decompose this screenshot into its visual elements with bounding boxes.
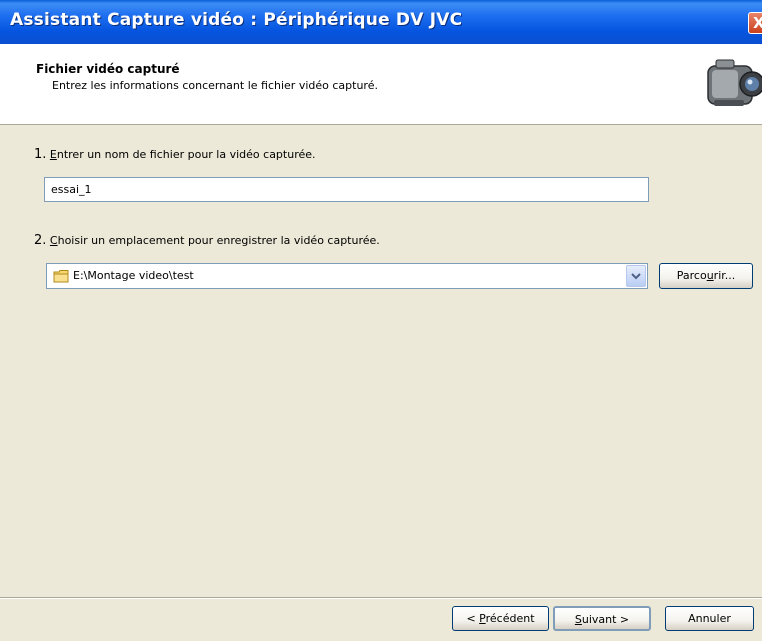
browse-label-mnemonic: u xyxy=(706,269,714,282)
next-label-mnemonic: S xyxy=(574,613,582,626)
step1-number: 1. xyxy=(34,147,47,162)
previous-button[interactable]: < Précédent xyxy=(452,606,549,631)
camcorder-icon xyxy=(707,59,762,106)
dropdown-arrow-button[interactable] xyxy=(626,265,646,287)
chevron-down-icon xyxy=(631,273,641,280)
cancel-button[interactable]: Annuler xyxy=(665,606,754,631)
prev-label-pre: < xyxy=(466,612,480,625)
step2-text: hoisir un emplacement pour enregistrer l… xyxy=(57,234,380,247)
browse-button[interactable]: Parcourir... xyxy=(659,263,753,289)
step2-mnemonic: C xyxy=(49,234,58,247)
page-subtitle: Entrez les informations concernant le fi… xyxy=(52,79,378,92)
step1-label: 1. Entrer un nom de fichier pour la vidé… xyxy=(34,147,316,162)
page-title: Fichier vidéo capturé xyxy=(36,62,180,76)
step1-mnemonic: E xyxy=(49,148,57,161)
capture-wizard-window: Assistant Capture vidéo : Périphérique D… xyxy=(0,0,762,641)
location-value: E:\Montage video\test xyxy=(73,269,194,282)
step2-number: 2. xyxy=(34,233,47,248)
location-combobox[interactable]: E:\Montage video\test xyxy=(46,263,648,289)
window-title: Assistant Capture vidéo : Périphérique D… xyxy=(10,10,463,30)
browse-label-post: rir... xyxy=(713,269,736,282)
wizard-header: Fichier vidéo capturé Entrez les informa… xyxy=(0,44,762,125)
folder-icon xyxy=(53,270,69,283)
close-button[interactable]: X xyxy=(748,12,762,34)
title-bar[interactable]: Assistant Capture vidéo : Périphérique D… xyxy=(0,0,762,44)
next-label-post: uivant > xyxy=(581,613,630,626)
filename-input[interactable]: essai_1 xyxy=(44,177,649,202)
browse-label-pre: Parco xyxy=(676,269,707,282)
next-button[interactable]: Suivant > xyxy=(553,606,651,631)
prev-label-post: récédent xyxy=(485,612,535,625)
step2-label: 2. Choisir un emplacement pour enregistr… xyxy=(34,233,380,248)
step1-text: ntrer un nom de fichier pour la vidéo ca… xyxy=(56,148,316,161)
wizard-content: 1. Entrer un nom de fichier pour la vidé… xyxy=(0,125,762,597)
footer-divider xyxy=(0,597,762,599)
close-icon: X xyxy=(753,14,762,32)
